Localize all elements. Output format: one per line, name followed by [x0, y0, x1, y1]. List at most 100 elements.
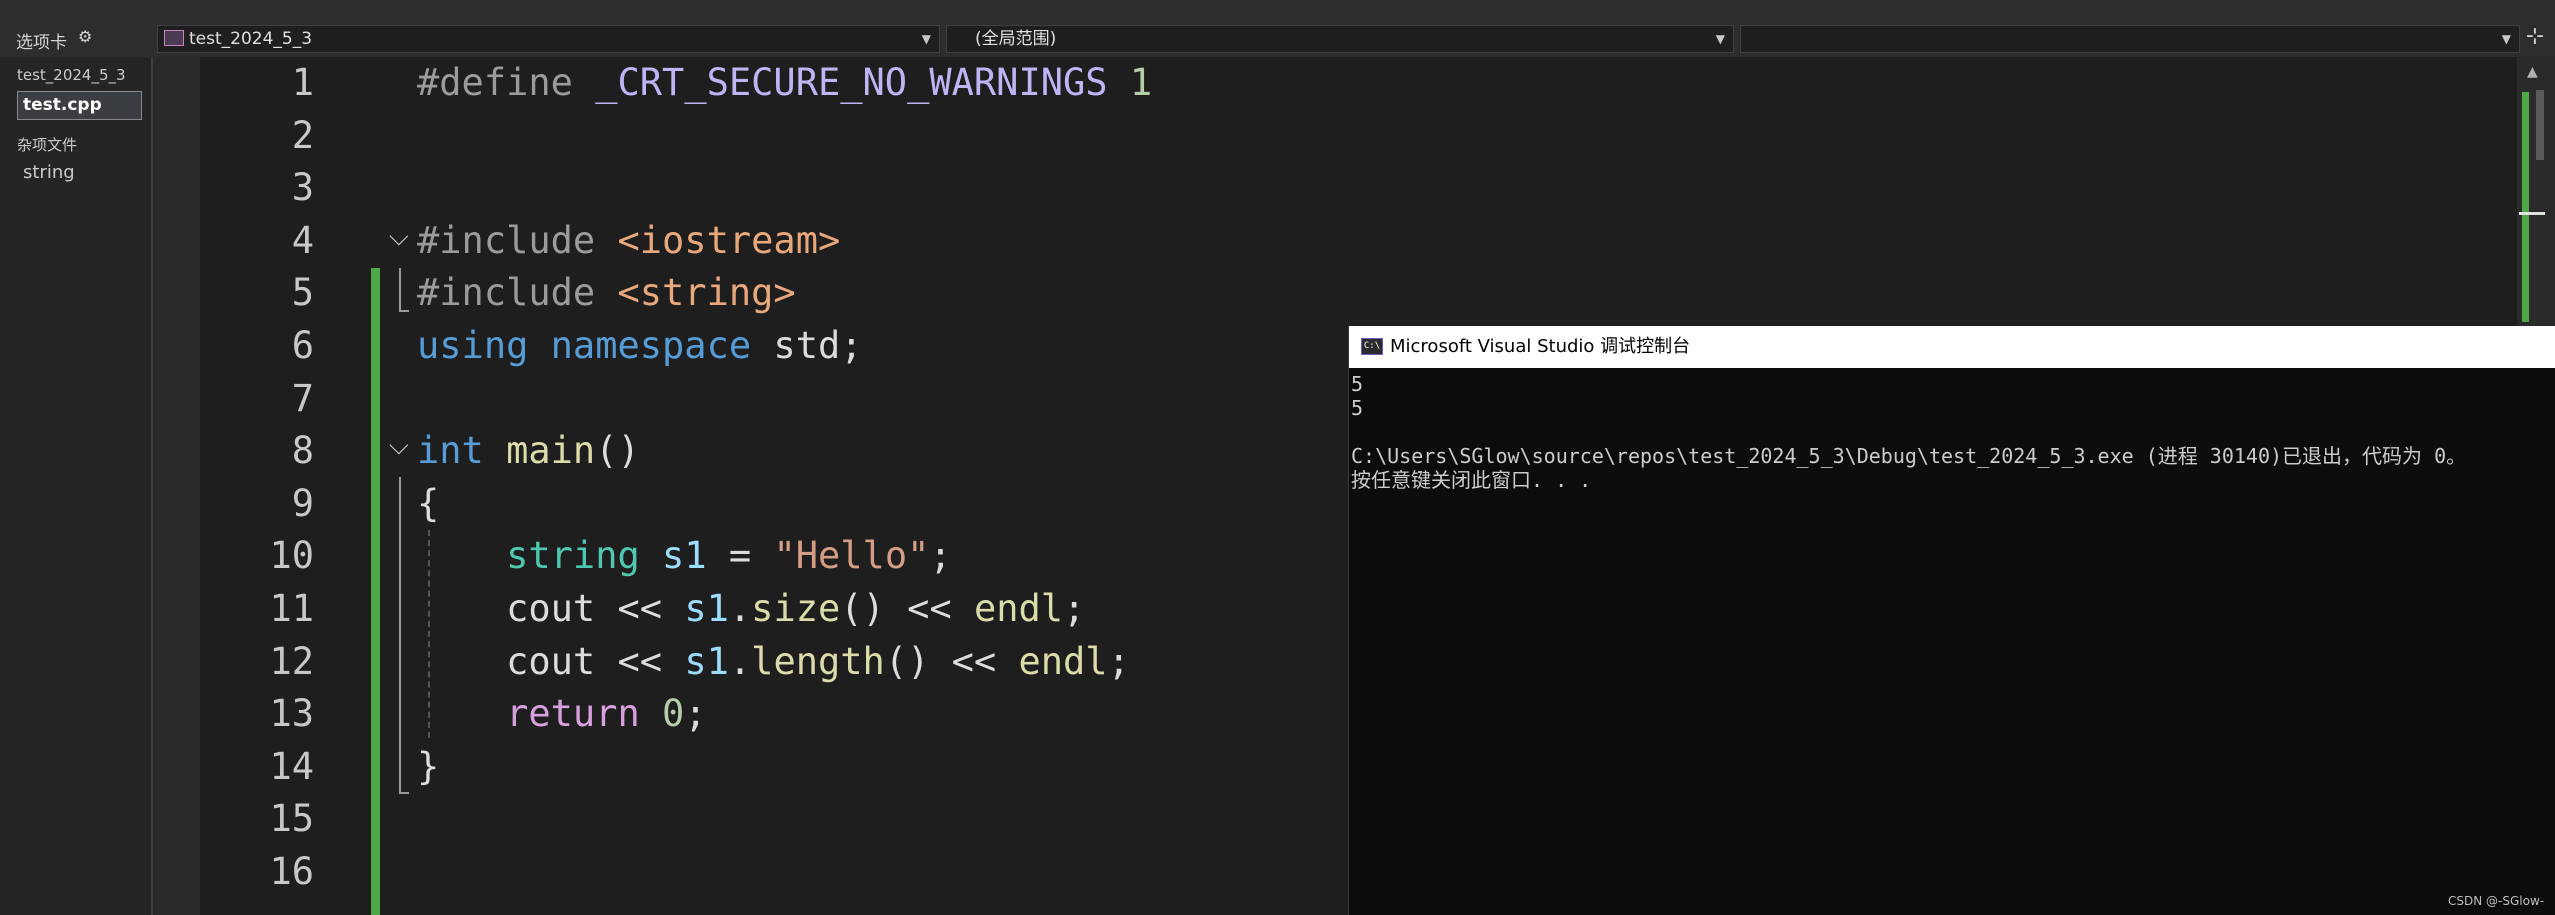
caret-position-marker [2519, 212, 2545, 215]
code-token: ; [929, 534, 952, 578]
split-window-icon[interactable]: ⊹ [2521, 24, 2549, 49]
chevron-down-icon: ▼ [2501, 32, 2511, 46]
code-token: string [506, 534, 663, 578]
code-line[interactable]: #include <string> [417, 267, 796, 319]
collapse-icon[interactable]: ⌵ [389, 431, 409, 462]
main-scope-end [399, 792, 409, 794]
include-scope-end [399, 310, 409, 312]
code-token: 1 [1107, 61, 1153, 104]
line-number: 8 [291, 429, 314, 473]
code-token: } [417, 744, 440, 788]
line-number: 16 [269, 850, 314, 893]
tab-test-cpp[interactable]: test.cpp [17, 91, 142, 120]
code-token: return [506, 692, 663, 736]
code-token: () [595, 429, 640, 473]
project-icon [164, 30, 184, 46]
code-line[interactable]: #include <iostream> [417, 215, 840, 267]
code-token: length [751, 639, 885, 683]
line-number: 3 [291, 166, 314, 210]
scroll-up-icon[interactable]: ▲ [2527, 64, 2538, 80]
project-name[interactable]: test_2024_5_3 [17, 66, 126, 84]
code-token: . [728, 587, 752, 630]
code-token: using [417, 324, 551, 367]
code-token: 0 [662, 692, 685, 736]
code-token: main [506, 429, 596, 473]
code-token: s1 [684, 587, 729, 630]
code-token: () << [884, 639, 1019, 683]
line-number: 2 [291, 113, 314, 157]
collapse-icon[interactable]: ⌵ [389, 222, 409, 253]
code-token: ; [1107, 639, 1130, 683]
code-line[interactable]: cout << s1.size() << endl; [417, 583, 1085, 635]
code-line[interactable]: } [417, 741, 439, 793]
code-token: = [706, 534, 774, 578]
code-token: endl [973, 587, 1064, 630]
change-tracking-bar [371, 268, 380, 915]
code-token: <iostream> [617, 218, 841, 262]
code-token: ; [1063, 587, 1086, 630]
title-strip [0, 0, 2555, 22]
console-app-icon: C:\ [1361, 338, 1383, 355]
chevron-down-icon: ▼ [921, 32, 931, 46]
code-line[interactable]: using namespace std; [417, 320, 863, 372]
code-token: endl [1018, 639, 1108, 683]
project-dropdown[interactable]: test_2024_5_3 ▼ [157, 25, 940, 53]
line-number: 1 [291, 61, 314, 104]
code-line[interactable]: string s1 = "Hello"; [417, 530, 952, 582]
console-title-bar[interactable]: C:\ Microsoft Visual Studio 调试控制台 [1349, 326, 2555, 368]
code-token: s1 [684, 639, 729, 683]
editor-margin [153, 57, 200, 915]
line-number: 5 [291, 271, 314, 315]
code-token: << [595, 587, 685, 630]
scope-dropdown-value: (全局范围) [975, 29, 1057, 49]
scrollbar-thumb[interactable] [2536, 90, 2544, 160]
code-line[interactable]: cout << s1.length() << endl; [417, 636, 1130, 688]
code-token: #define [417, 61, 596, 104]
gear-icon[interactable]: ⚙ [78, 27, 92, 46]
line-number: 7 [291, 376, 314, 420]
line-number: 11 [269, 587, 314, 630]
code-token: () << [840, 587, 974, 630]
line-number: 6 [291, 324, 314, 367]
member-dropdown[interactable]: ▼ [1740, 25, 2520, 53]
code-token: std; [773, 324, 863, 367]
line-number: 9 [291, 481, 314, 525]
code-token: . [728, 639, 752, 683]
code-token: int [417, 429, 507, 473]
line-number: 12 [269, 639, 314, 683]
code-line[interactable]: { [417, 478, 439, 530]
debug-console-window[interactable]: C:\ Microsoft Visual Studio 调试控制台 5 5 C:… [1348, 326, 2555, 915]
code-line[interactable]: #define _CRT_SECURE_NO_WARNINGS 1 [417, 57, 1152, 109]
tab-panel [0, 57, 153, 915]
tab-string[interactable]: string [23, 162, 75, 183]
line-numbers: 1 2 3 4 5 6 7 8 9 10 11 12 13 14 15 16 [200, 57, 320, 915]
project-dropdown-value: test_2024_5_3 [189, 29, 313, 49]
line-number: 14 [269, 744, 314, 788]
code-token: size [751, 587, 841, 630]
code-token: "Hello" [773, 534, 930, 578]
line-number: 4 [291, 218, 314, 262]
code-token: s1 [662, 534, 707, 578]
misc-files-group: 杂项文件 [17, 136, 78, 154]
chevron-down-icon: ▼ [1715, 32, 1725, 46]
include-scope-line [399, 268, 401, 310]
line-number: 15 [269, 797, 314, 841]
code-token: cout [506, 639, 596, 683]
code-line[interactable]: return 0; [417, 688, 707, 740]
watermark: CSDN @-SGlow- [2448, 894, 2545, 908]
code-token: namespace [550, 324, 774, 367]
scope-dropdown[interactable]: (全局范围) ▼ [946, 25, 1734, 53]
line-number: 13 [269, 692, 314, 736]
code-line[interactable]: int main() [417, 425, 640, 477]
code-token: { [417, 481, 440, 525]
code-token: #include [417, 218, 618, 262]
code-token: ; [684, 692, 707, 736]
line-number: 10 [269, 534, 314, 578]
scrollbar-change-marks [2522, 92, 2529, 322]
console-output: 5 5 C:\Users\SGlow\source\repos\test_202… [1351, 372, 2467, 492]
code-token: << [595, 639, 685, 683]
